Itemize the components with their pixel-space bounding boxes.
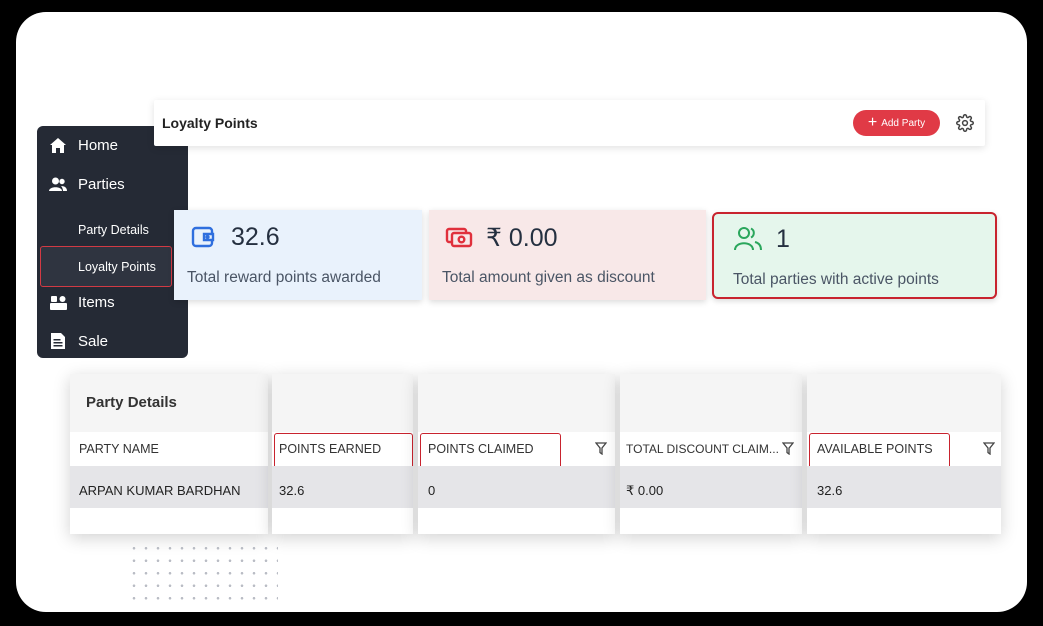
column-header-spacer (272, 374, 413, 432)
sidebar-item-label: Items (78, 293, 115, 311)
stat-label: Total amount given as discount (442, 269, 655, 286)
home-icon (49, 136, 67, 154)
page-header: Loyalty Points + Add Party (154, 100, 985, 146)
column-header-label: AVAILABLE POINTS (817, 442, 933, 456)
column-header-label: POINTS EARNED (279, 442, 382, 456)
table-empty-row (418, 508, 615, 534)
cell-value: ₹ 0.00 (626, 483, 664, 498)
add-party-button[interactable]: + Add Party (853, 110, 940, 136)
sidebar-item-label: Sale (78, 332, 109, 350)
gear-icon[interactable] (956, 114, 974, 132)
stat-card-reward-points: 32.6 Total reward points awarded (174, 210, 422, 300)
stat-card-discount: ₹ 0.00 Total amount given as discount (429, 210, 706, 300)
column-header-spacer (807, 374, 1001, 432)
wallet-icon (190, 224, 216, 250)
sidebar-item-parties[interactable]: Parties (37, 167, 188, 201)
table-cell[interactable]: 32.6 (807, 466, 1001, 508)
filter-icon[interactable] (781, 442, 795, 456)
column-header[interactable]: TOTAL DISCOUNT CLAIM... (620, 432, 802, 466)
table-cell[interactable]: ₹ 0.00 (620, 466, 802, 508)
column-party-name: Party Details PARTY NAME ARPAN KUMAR BAR… (70, 374, 268, 534)
stat-value: 1 (776, 225, 790, 253)
app-frame: Home Parties Party Details Loyalty Point… (16, 12, 1027, 612)
column-header-label: TOTAL DISCOUNT CLAIM... (626, 442, 779, 456)
cell-value: 32.6 (817, 483, 843, 498)
column-header-label: PARTY NAME (79, 442, 159, 456)
sidebar-item-label: Party Details (78, 223, 149, 237)
table-title: Party Details (86, 394, 177, 411)
column-points-claimed: POINTS CLAIMED 0 (418, 374, 615, 534)
stat-value: 32.6 (231, 223, 280, 251)
stat-card-active-parties: 1 Total parties with active points (712, 212, 997, 299)
add-party-label: Add Party (881, 117, 926, 129)
table-empty-row (272, 508, 413, 534)
table-title-area: Party Details (70, 374, 268, 432)
column-header[interactable]: AVAILABLE POINTS (807, 432, 1001, 469)
table-cell[interactable]: ARPAN KUMAR BARDHAN (70, 466, 268, 508)
plus-icon: + (867, 114, 878, 131)
filter-icon[interactable] (594, 442, 608, 456)
column-header[interactable]: POINTS EARNED (272, 432, 413, 469)
receipt-icon (49, 332, 67, 350)
column-header-label: POINTS CLAIMED (428, 442, 534, 456)
stat-label: Total reward points awarded (187, 269, 381, 286)
sidebar-item-loyalty-points[interactable]: Loyalty Points (40, 246, 172, 287)
column-header[interactable]: POINTS CLAIMED (418, 432, 615, 469)
cell-value: ARPAN KUMAR BARDHAN (79, 483, 241, 498)
table-empty-row (620, 508, 802, 534)
party-details-table: Party Details PARTY NAME ARPAN KUMAR BAR… (70, 374, 1001, 534)
table-empty-row (807, 508, 1001, 534)
column-header[interactable]: PARTY NAME (70, 432, 268, 466)
items-icon (49, 293, 67, 311)
sidebar-item-items[interactable]: Items (37, 285, 188, 319)
sidebar: Home Parties Party Details Loyalty Point… (37, 126, 188, 358)
decorative-dot-grid (128, 542, 278, 602)
people-icon (49, 175, 67, 193)
sidebar-item-label: Parties (78, 175, 125, 193)
sidebar-item-party-details[interactable]: Party Details (37, 215, 188, 245)
filter-icon[interactable] (982, 442, 996, 456)
page-title: Loyalty Points (162, 115, 258, 131)
column-points-earned: POINTS EARNED 32.6 (272, 374, 413, 534)
stat-label: Total parties with active points (733, 271, 939, 288)
column-header-spacer (620, 374, 802, 432)
sidebar-item-sale[interactable]: Sale (37, 324, 188, 358)
table-empty-row (70, 508, 268, 534)
users-icon (734, 226, 762, 252)
sidebar-item-label: Home (78, 136, 119, 154)
table-cell[interactable]: 32.6 (272, 466, 413, 508)
column-total-discount: TOTAL DISCOUNT CLAIM... ₹ 0.00 (620, 374, 802, 534)
table-cell[interactable]: 0 (418, 466, 615, 508)
column-available-points: AVAILABLE POINTS 32.6 (807, 374, 1001, 534)
cell-value: 32.6 (279, 483, 305, 498)
stat-value: ₹ 0.00 (486, 224, 558, 252)
cell-value: 0 (428, 483, 436, 498)
cash-icon (445, 224, 473, 250)
column-header-spacer (418, 374, 615, 432)
sidebar-item-label: Loyalty Points (78, 259, 156, 274)
